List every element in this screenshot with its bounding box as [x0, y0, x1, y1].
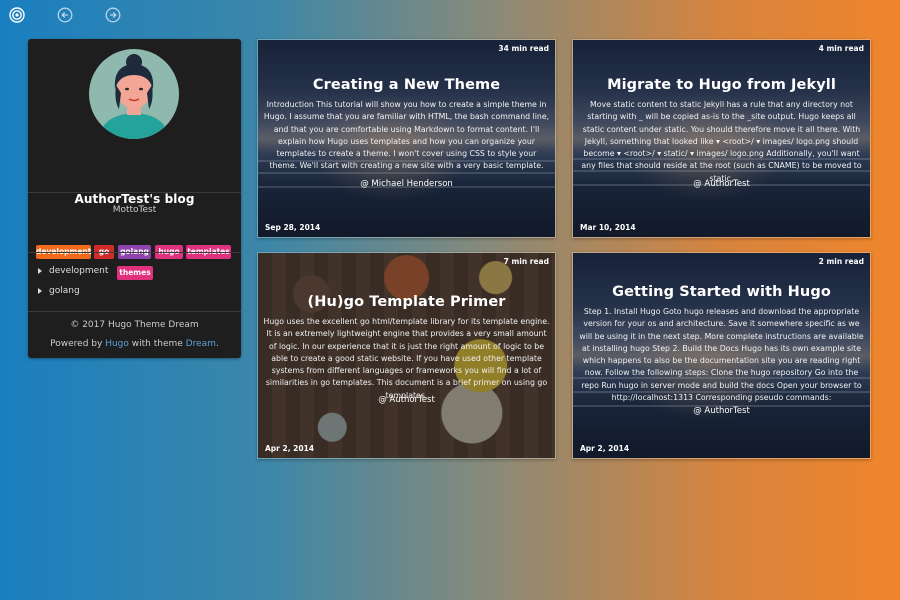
divider [28, 192, 241, 193]
post-card-getting-started[interactable]: 2 min read Getting Started with Hugo Ste… [572, 252, 871, 459]
post-card-template-primer[interactable]: 7 min read (Hu)go Template Primer Hugo u… [257, 252, 556, 459]
arrow-left-icon[interactable] [56, 6, 74, 24]
post-card-migrate-to-hugo[interactable]: 4 min read Migrate to Hugo from Jekyll M… [572, 39, 871, 238]
avatar[interactable] [89, 49, 179, 139]
post-date: Apr 2, 2014 [580, 444, 630, 453]
post-title[interactable]: Migrate to Hugo from Jekyll [573, 77, 870, 93]
category-development[interactable]: development [38, 266, 108, 276]
arrow-right-icon[interactable] [104, 6, 122, 24]
post-author[interactable]: @ AuthorTest [573, 406, 870, 416]
post-summary: Hugo uses the excellent go html/template… [263, 317, 550, 400]
category-golang[interactable]: golang [38, 286, 80, 296]
category-label: golang [49, 286, 80, 296]
read-time: 34 min read [498, 44, 549, 53]
post-card-creating-a-new-theme[interactable]: 34 min read Creating a New Theme Introdu… [257, 39, 556, 238]
blog-title[interactable]: AuthorTest's blog [28, 192, 241, 206]
post-title[interactable]: (Hu)go Template Primer [258, 294, 555, 310]
caret-right-icon [38, 288, 42, 294]
post-summary: Step 1. Install Hugo Goto hugo releases … [579, 307, 864, 403]
post-summary: Move static content to static Jekyll has… [581, 100, 862, 183]
footer-copyright: © 2017 Hugo Theme Dream [70, 320, 199, 330]
category-label: development [49, 266, 109, 276]
dream-theme-link[interactable]: Dream [186, 339, 216, 349]
post-title[interactable]: Creating a New Theme [258, 77, 555, 93]
sidebar: AuthorTest's blog MottoTest development … [28, 39, 241, 358]
blog-motto: MottoTest [112, 205, 157, 215]
post-date: Sep 28, 2014 [265, 223, 321, 232]
post-author[interactable]: @ AuthorTest [573, 179, 870, 189]
read-time: 4 min read [818, 44, 864, 53]
divider [28, 311, 241, 312]
hugo-link[interactable]: Hugo [105, 339, 129, 349]
post-summary: Introduction This tutorial will show you… [263, 100, 550, 171]
divider [28, 252, 241, 253]
caret-right-icon [38, 268, 42, 274]
post-date: Mar 10, 2014 [580, 223, 636, 232]
tag-themes[interactable]: themes [117, 266, 153, 280]
footer-powered-by: Powered by Hugo with theme Dream. [28, 339, 241, 349]
powered-prefix: Powered by [50, 339, 103, 349]
target-icon[interactable] [8, 6, 26, 24]
post-title[interactable]: Getting Started with Hugo [573, 284, 870, 300]
post-date: Apr 2, 2014 [265, 444, 315, 453]
read-time: 7 min read [503, 257, 549, 266]
post-author[interactable]: @ AuthorTest [258, 395, 555, 405]
powered-middle: with theme [131, 339, 183, 349]
powered-suffix: . [215, 339, 219, 349]
read-time: 2 min read [818, 257, 864, 266]
post-author[interactable]: @ Michael Henderson [258, 179, 555, 189]
